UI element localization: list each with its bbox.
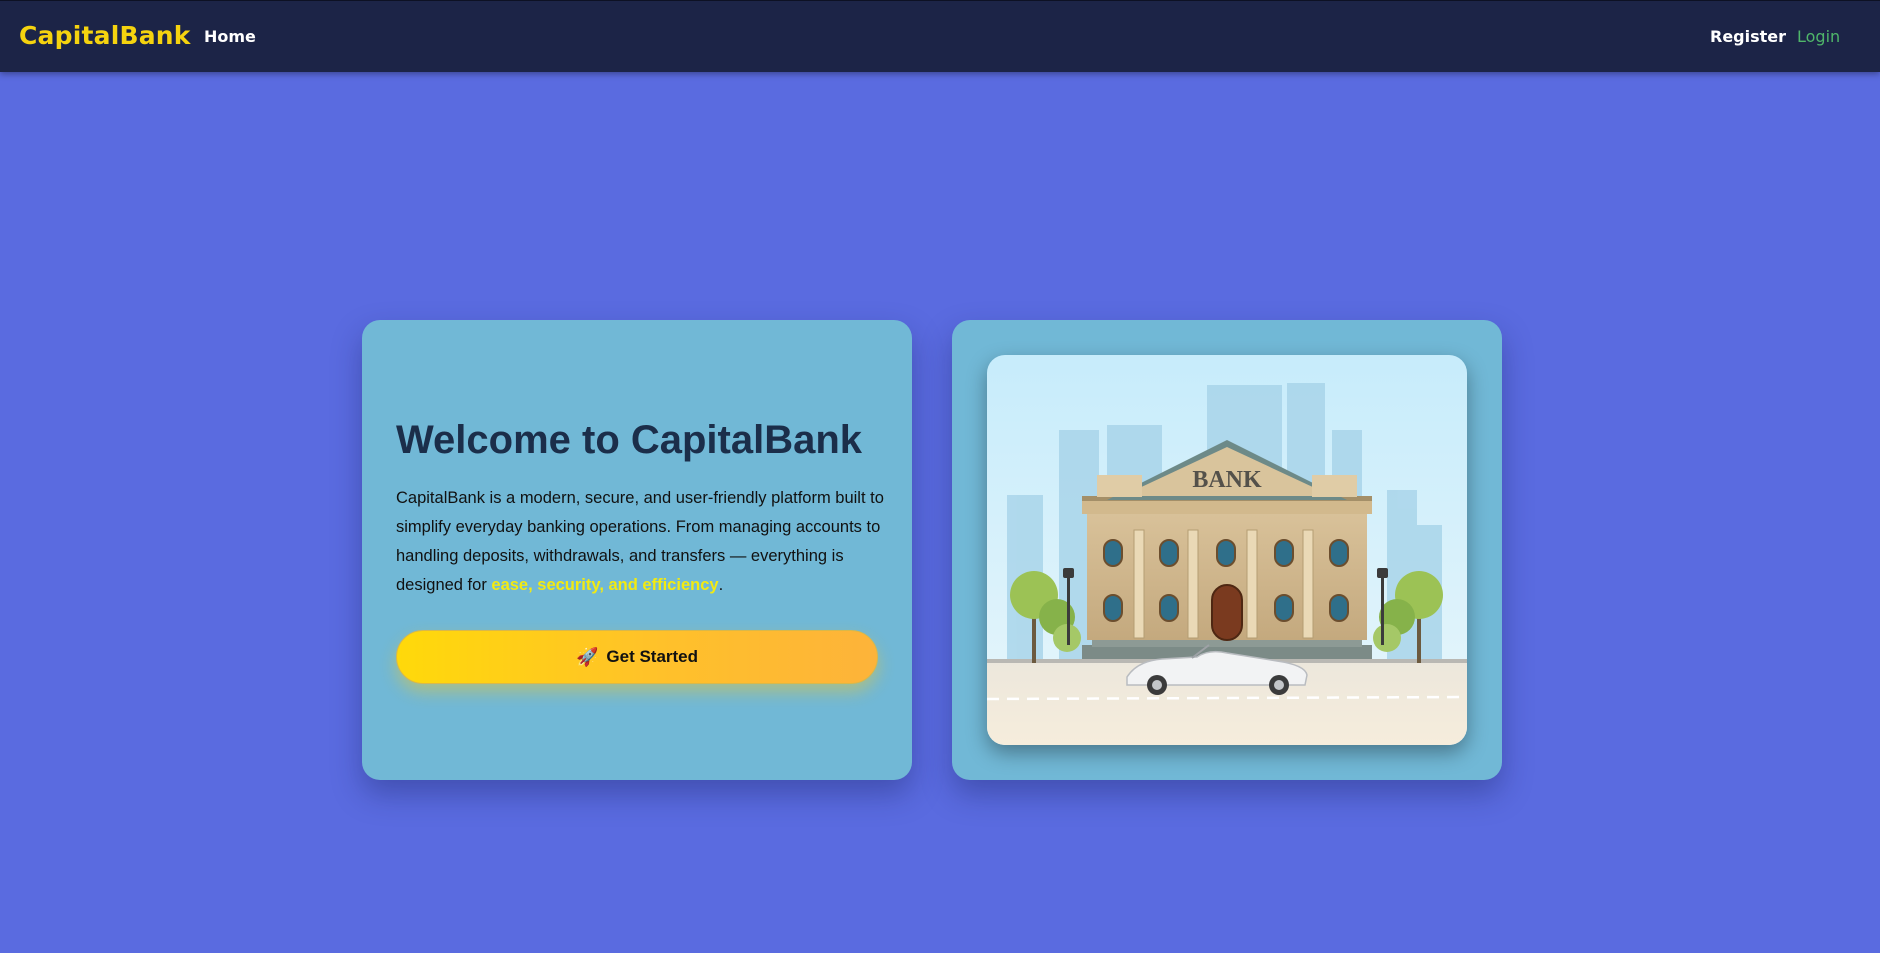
hero-image-card: BANK bbox=[952, 320, 1502, 780]
get-started-button[interactable]: 🚀 Get Started bbox=[396, 630, 878, 684]
navbar: CapitalBank Home Register Login bbox=[0, 0, 1880, 72]
hero-description-highlight: ease, security, and efficiency bbox=[491, 576, 719, 594]
nav-register-link[interactable]: Register bbox=[1710, 27, 1786, 46]
nav-login-link[interactable]: Login bbox=[1797, 27, 1840, 46]
hero-text-card: Welcome to CapitalBank CapitalBank is a … bbox=[362, 320, 912, 780]
nav-home-link[interactable]: Home bbox=[204, 27, 256, 46]
get-started-label: Get Started bbox=[606, 647, 699, 666]
hero-title: Welcome to CapitalBank bbox=[396, 418, 863, 462]
bank-sign: BANK bbox=[1192, 467, 1262, 493]
rocket-icon: 🚀 bbox=[575, 646, 599, 667]
brand-logo[interactable]: CapitalBank bbox=[19, 21, 191, 50]
hero-description: CapitalBank is a modern, secure, and use… bbox=[396, 484, 886, 600]
bank-illustration: BANK bbox=[987, 355, 1467, 745]
hero-description-end: . bbox=[718, 576, 724, 594]
